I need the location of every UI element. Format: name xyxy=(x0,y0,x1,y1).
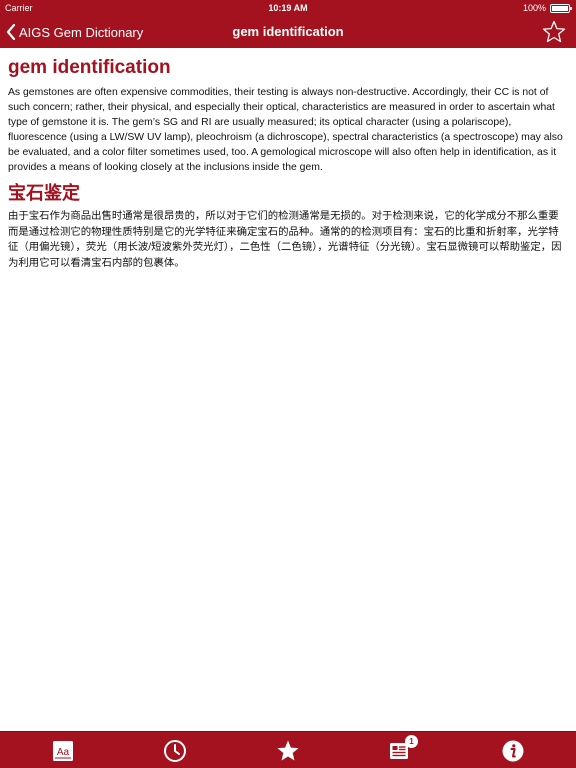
tab-dictionary[interactable]: Aa xyxy=(51,739,75,763)
chevron-left-icon xyxy=(6,24,16,40)
tab-info[interactable] xyxy=(501,739,525,763)
chinese-definition: 由于宝石作为商品出售时通常是很昂贵的，所以对于它们的检测通常是无损的。对于检测来… xyxy=(8,211,562,269)
chinese-term-heading: 宝石鉴定 xyxy=(8,183,80,203)
star-outline-icon xyxy=(542,20,566,43)
status-time: 10:19 AM xyxy=(268,3,308,13)
tab-bar: Aa 1 xyxy=(0,731,576,768)
tab-history[interactable] xyxy=(163,739,187,763)
news-badge: 1 xyxy=(405,735,418,748)
nav-bar: gem identification AIGS Gem Dictionary xyxy=(0,16,576,48)
english-term-heading: gem identification xyxy=(8,57,171,78)
tab-news[interactable]: 1 xyxy=(388,735,418,763)
back-button[interactable]: AIGS Gem Dictionary xyxy=(6,20,143,44)
tab-favorites[interactable] xyxy=(276,739,300,763)
screen: Carrier 10:19 AM 100% gem identification… xyxy=(0,0,576,768)
battery-icon xyxy=(550,4,572,13)
status-bar: Carrier 10:19 AM 100% xyxy=(0,0,576,16)
back-button-label: AIGS Gem Dictionary xyxy=(19,24,144,40)
header: Carrier 10:19 AM 100% gem identification… xyxy=(0,0,576,48)
history-clock-icon xyxy=(164,740,186,762)
english-definition: As gemstones are often expensive commodi… xyxy=(8,87,563,173)
battery-percent: 100% xyxy=(522,3,546,13)
dictionary-icon: Aa xyxy=(53,741,73,761)
svg-text:Aa: Aa xyxy=(57,747,70,758)
info-icon xyxy=(502,740,524,762)
favorite-button[interactable] xyxy=(542,20,566,44)
entry-content: gem identification As gemstones are ofte… xyxy=(0,48,576,730)
favorites-star-icon xyxy=(277,740,299,761)
